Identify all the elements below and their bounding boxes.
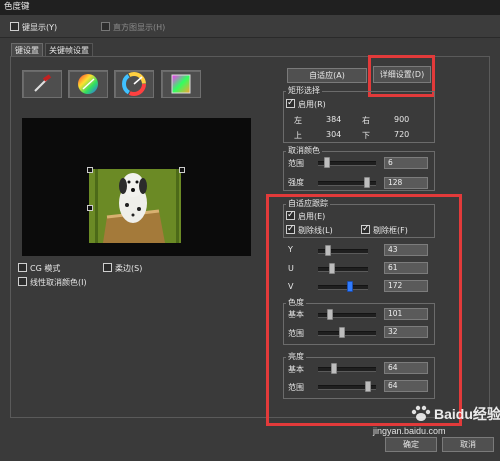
watermark-brand: Baidu经验: [434, 406, 500, 422]
window-title: 色度键: [0, 0, 500, 15]
cancel-strength-slider[interactable]: [318, 177, 376, 188]
crop-handle-top-right[interactable]: [179, 167, 185, 173]
hue-wheel-button[interactable]: [114, 70, 154, 98]
ok-button[interactable]: 确定: [385, 437, 437, 452]
histogram-display-checkbox[interactable]: [101, 22, 110, 31]
key-display-label: 键显示(Y): [22, 23, 58, 32]
rect-select-enable-label: 启用(R): [298, 100, 326, 109]
color-wheel-icon: [78, 74, 98, 94]
cancel-button[interactable]: 取消: [442, 437, 494, 452]
top-toolbar: [0, 15, 500, 38]
color-gradient-button[interactable]: [161, 70, 201, 98]
soft-edge-checkbox[interactable]: [103, 263, 112, 272]
cg-mode-checkbox[interactable]: [18, 263, 27, 272]
rect-left-label: 左: [294, 116, 302, 125]
paw-icon: [411, 405, 431, 421]
adaptive-button[interactable]: 自适应(A): [287, 68, 367, 83]
watermark-url: jingyan.baidu.com: [373, 426, 446, 436]
hue-wheel-icon: [122, 72, 146, 96]
rect-top-label: 上: [294, 131, 302, 140]
cancel-strength-field[interactable]: 128: [384, 177, 428, 189]
cancel-range-label: 范围: [288, 159, 304, 168]
cancel-color-title: 取消颜色: [286, 146, 322, 156]
adaptive-highlight: [266, 194, 462, 426]
eyedropper-icon: [34, 74, 52, 92]
tab-key-settings[interactable]: 键设置: [11, 43, 43, 57]
histogram-display-label: 直方图显示(H): [113, 23, 166, 32]
key-display-checkbox[interactable]: [10, 22, 19, 31]
color-wheel-button[interactable]: [68, 70, 108, 98]
soft-edge-label: 柔边(S): [115, 264, 143, 273]
preview-image: [89, 169, 181, 243]
rect-select-enable-checkbox[interactable]: [286, 99, 295, 108]
cg-mode-label: CG 模式: [30, 264, 61, 273]
rect-top-value: 304: [326, 130, 342, 139]
rect-bottom-value: 720: [394, 130, 410, 139]
color-gradient-icon: [171, 74, 191, 94]
linear-cancel-checkbox[interactable]: [18, 277, 27, 286]
rect-right-label: 右: [362, 116, 370, 125]
cancel-range-field[interactable]: 6: [384, 157, 428, 169]
rect-right-value: 900: [394, 115, 410, 124]
rect-select-title: 矩形选择: [286, 86, 322, 96]
cancel-strength-label: 强度: [288, 178, 304, 187]
cancel-range-slider[interactable]: [318, 157, 376, 168]
eyedropper-button[interactable]: [22, 70, 62, 98]
rect-bottom-label: 下: [362, 131, 370, 140]
rect-left-value: 384: [326, 115, 342, 124]
crop-handle-top-left[interactable]: [87, 167, 93, 173]
tab-keyframe-settings[interactable]: 关键帧设置: [45, 43, 93, 57]
crop-handle-left[interactable]: [87, 205, 93, 211]
linear-cancel-label: 线性取消颜色(I): [30, 278, 87, 287]
